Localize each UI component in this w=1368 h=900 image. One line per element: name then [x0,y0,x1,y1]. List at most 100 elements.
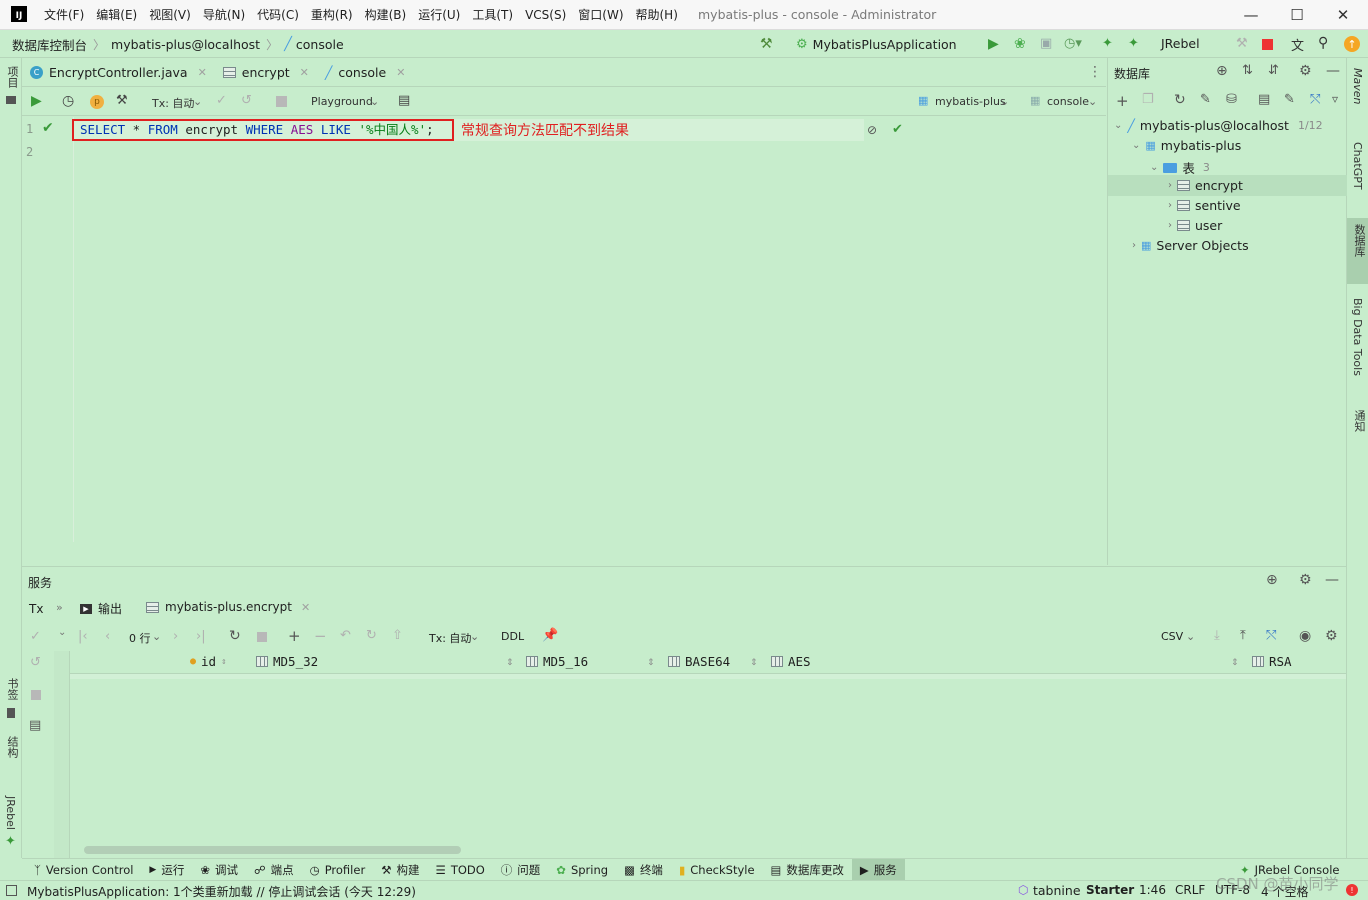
column-header-md5-32[interactable]: MD5_32 [256,654,318,669]
tree-datasource[interactable]: ⌄ ╱ mybatis-plus@localhost 1/12 [1114,118,1323,133]
execute-icon[interactable]: ▶ [31,93,42,109]
chevron-down-icon[interactable]: ⌄ [1132,140,1140,151]
menu-help[interactable]: 帮助(H) [630,0,684,30]
chevron-down-icon[interactable]: ⌄ [58,627,66,638]
tab-encrypt-table[interactable]: encrypt ✕ [215,58,317,87]
db-icon[interactable]: ⛁ [1226,92,1237,107]
gear-icon[interactable]: ⚙ [1299,63,1312,79]
add-row-icon[interactable]: + [288,627,301,645]
more-options-icon[interactable]: ⋮ [1088,64,1102,80]
menu-vcs[interactable]: VCS(S) [519,0,572,30]
chevron-right-icon[interactable]: › [1168,200,1172,211]
upload-icon[interactable]: ⤒ [1240,628,1246,643]
close-tab-icon[interactable]: ✕ [396,66,405,79]
column-header-rsa[interactable]: RSA [1252,654,1292,669]
structure-tool-button[interactable]: 结构 [4,736,20,758]
column-header-md5-16[interactable]: MD5_16 [526,654,588,669]
minimize-icon[interactable]: — [1228,0,1274,30]
tree-table-item[interactable]: › sentive [1168,198,1241,213]
database-tool-button[interactable]: 数据库 [1351,224,1367,257]
tool-tab-version-control[interactable]: ᛉ Version Control [22,859,141,881]
jrebel-run-icon[interactable]: ✦ [1102,36,1113,51]
jrebel-label[interactable]: JRebel [1161,36,1200,51]
tool-tab-db-changes[interactable]: ▤ 数据库更改 [763,859,852,881]
bigdata-tool-button[interactable]: Big Data Tools [1351,298,1364,376]
hide-icon[interactable]: ⊘ [867,123,877,137]
error-badge-icon[interactable]: ! [1346,884,1358,896]
add-icon[interactable]: + [1116,92,1129,110]
tool-tab-run[interactable]: ▶ 运行 [141,859,192,881]
chatgpt-tool-button[interactable]: ChatGPT [1351,142,1364,190]
edit-icon[interactable]: ✎ [1284,92,1295,107]
close-tab-icon[interactable]: ✕ [301,601,310,614]
breadcrumb-db-console[interactable]: 数据库控制台 [12,35,87,54]
sql-statement[interactable]: SELECT * FROM encrypt WHERE AES LIKE '%中… [72,119,454,141]
tab-result[interactable]: mybatis-plus.encrypt ✕ [146,600,310,614]
hide-panel-icon[interactable]: — [1326,63,1340,79]
tx-tree-label[interactable]: Tx [29,602,43,616]
search-icon[interactable]: ⚲ [1318,35,1328,51]
sort-icon[interactable]: ⇕ [647,658,655,668]
playground-selector[interactable]: Playground [311,95,373,108]
status-message[interactable]: MybatisPlusApplication: 1个类重新加载 // 停止调试会… [27,883,416,900]
filter-icon[interactable]: ▿ [1332,92,1338,106]
gear-icon[interactable]: ⚙ [1299,572,1312,588]
intellij-logo-icon[interactable]: IJ [11,6,27,22]
tree-table-item[interactable]: › encrypt [1168,178,1243,193]
stop-icon[interactable] [1262,39,1273,50]
tabnine-plan[interactable]: Starter [1086,883,1134,897]
result-grid[interactable] [70,651,1346,857]
hide-panel-icon[interactable]: — [1325,572,1339,588]
tool-tab-checkstyle[interactable]: ▮ CheckStyle [671,859,763,881]
status-window-icon[interactable] [6,885,17,896]
refresh-icon[interactable]: ↻ [1174,92,1186,108]
ddl-button[interactable]: DDL [501,630,524,643]
tab-console[interactable]: ╱ console ✕ [317,58,414,87]
pin-p-icon[interactable]: p [90,95,104,109]
tree-server-objects[interactable]: › ▦ Server Objects [1132,238,1249,253]
profile-icon[interactable]: ◷▾ [1064,36,1082,51]
tool-tab-spring[interactable]: ✿ Spring [548,859,616,881]
run-config-selector[interactable]: MybatisPlusApplication [813,37,957,52]
tool-tab-build[interactable]: ⚒ 构建 [373,859,427,881]
menu-edit[interactable]: 编辑(E) [90,0,143,30]
update-icon[interactable]: ↑ [1344,36,1360,52]
close-tab-icon[interactable]: ✕ [300,66,309,79]
column-header-aes[interactable]: AES [771,654,811,669]
expand-all-icon[interactable]: ⇅ [1242,63,1253,78]
horizontal-scrollbar[interactable] [84,846,461,854]
jrebel-tool-button[interactable]: JRebel [4,796,17,830]
tool-tab-problems[interactable]: ⓘ 问题 [493,859,549,881]
compare-icon[interactable]: ⤲ [1266,628,1276,643]
more-chevron-icon[interactable]: » [56,601,63,614]
close-icon[interactable]: ✕ [1320,0,1366,30]
eye-icon[interactable]: ◉ [1299,628,1311,644]
chevron-down-icon[interactable]: ⌄ [1150,162,1158,173]
sort-icon[interactable]: ⇕ [1231,658,1239,668]
schema-selector[interactable]: mybatis-plus [935,95,1006,108]
locate-icon[interactable]: ⊕ [1216,63,1228,79]
tool-tab-services[interactable]: ▶ 服务 [851,858,905,881]
tab-output[interactable]: ▶ 输出 [80,600,122,617]
jump-icon[interactable]: ⤲ [1310,92,1320,107]
menu-code[interactable]: 代码(C) [251,0,305,30]
column-header-base64[interactable]: BASE64 [668,654,730,669]
menu-navigate[interactable]: 导航(N) [197,0,251,30]
notifications-tool-button[interactable]: 通知 [1351,410,1367,432]
jrebel-debug-icon[interactable]: ✦ [1128,36,1139,51]
tree-table-item[interactable]: › user [1168,218,1222,233]
debug-icon[interactable]: ❀ [1014,36,1026,52]
table-view-icon[interactable]: ▤ [398,93,410,108]
export-format-selector[interactable]: CSV [1161,630,1183,643]
tool-tab-profiler[interactable]: ◷ Profiler [302,859,374,881]
check-icon[interactable]: ✔ [892,122,903,137]
hammer-icon[interactable]: ⚒ [760,36,773,52]
line-separator[interactable]: CRLF [1175,883,1205,897]
bookmarks-tool-button[interactable]: 书签 [4,678,20,700]
menu-run[interactable]: 运行(U) [412,0,466,30]
translate-icon[interactable]: 文 [1291,35,1304,54]
sort-icon[interactable]: ⇕ [221,657,226,667]
tabnine-label[interactable]: tabnine [1033,883,1081,898]
chevron-right-icon[interactable]: › [1132,240,1136,251]
sort-icon[interactable]: ⇕ [506,658,514,668]
